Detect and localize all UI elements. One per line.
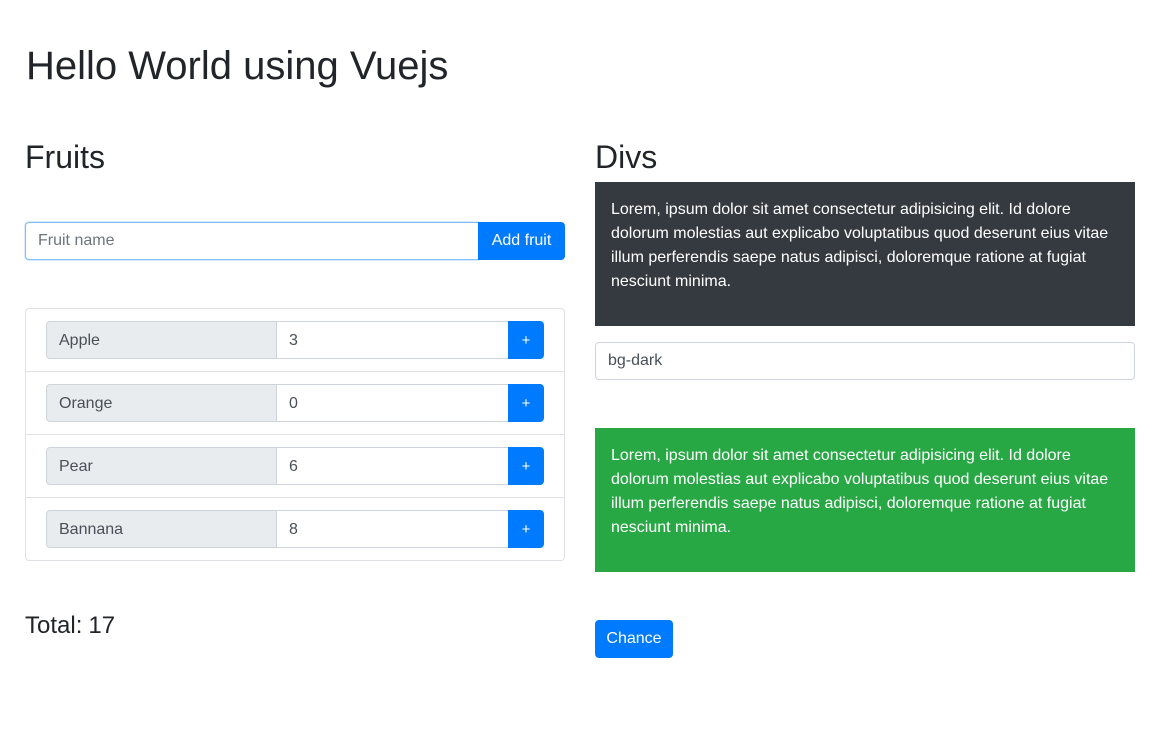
fruit-list: Apple 3 + Orange 0 + Pear 6 + Bannana 8 … [25,308,565,561]
fruit-name-label: Bannana [46,510,277,548]
fruits-heading: Fruits [25,139,105,175]
page-title: Hello World using Vuejs [26,44,449,88]
total-display: Total: 17 [25,612,115,640]
divs-section: Divs Lorem, ipsum dolor sit amet consect… [595,135,1135,658]
fruit-quantity-value[interactable]: 8 [277,510,508,548]
total-value: 17 [88,612,116,639]
fruit-quantity-value[interactable]: 0 [277,384,508,422]
fruit-name-input[interactable] [25,222,478,260]
fruit-list-item: Bannana 8 + [26,498,564,560]
fruit-quantity-value[interactable]: 3 [277,321,508,359]
fruit-quantity-value[interactable]: 6 [277,447,508,485]
dark-text-box: Lorem, ipsum dolor sit amet consectetur … [595,182,1135,326]
add-fruit-button[interactable]: Add fruit [478,222,565,260]
fruit-name-label: Pear [46,447,277,485]
increment-button[interactable]: + [508,447,544,485]
green-text-box: Lorem, ipsum dolor sit amet consectetur … [595,428,1135,572]
increment-button[interactable]: + [508,510,544,548]
fruit-list-item: Pear 6 + [26,435,564,498]
total-label: Total: [25,612,83,639]
fruits-section: Fruits Add fruit Apple 3 + Orange 0 + Pe… [25,135,565,639]
change-button[interactable]: Chance [595,620,673,658]
fruit-list-item: Apple 3 + [26,309,564,372]
increment-button[interactable]: + [508,321,544,359]
fruit-name-label: Apple [46,321,277,359]
fruit-list-item: Orange 0 + [26,372,564,435]
add-fruit-group: Add fruit [25,222,565,260]
fruit-name-label: Orange [46,384,277,422]
divs-heading: Divs [595,139,658,175]
class-name-input[interactable] [595,342,1135,380]
increment-button[interactable]: + [508,384,544,422]
